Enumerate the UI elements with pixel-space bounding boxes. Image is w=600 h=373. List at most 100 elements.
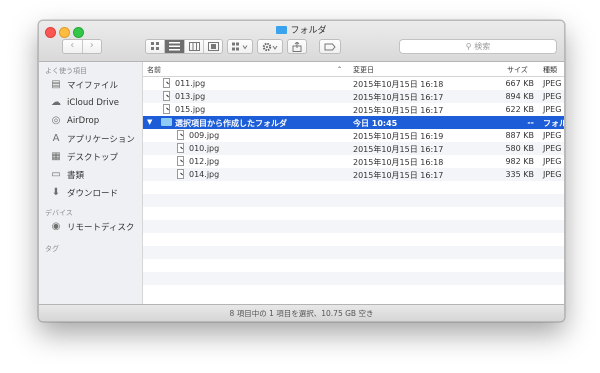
downloads-icon: ⬇: [51, 187, 61, 198]
sidebar-item-label: デスクトップ: [67, 153, 119, 163]
list-view-button[interactable]: [165, 40, 185, 53]
window-title-area: フォルダ: [39, 24, 564, 38]
sidebar-section-tags: タグ: [45, 245, 59, 253]
jpeg-file-icon: [177, 130, 184, 140]
share-button[interactable]: [287, 39, 307, 54]
file-date: 2015年10月15日 16:17: [353, 145, 444, 154]
file-kind: JPEG: [543, 105, 562, 114]
file-kind: JPEG: [543, 92, 562, 101]
file-name: 011.jpg: [175, 79, 206, 88]
coverflow-view-button[interactable]: [203, 40, 222, 53]
file-size: 335 KB: [505, 170, 534, 179]
sidebar-item-label: マイファイル: [67, 81, 119, 91]
jpeg-file-icon: [177, 156, 184, 166]
table-row[interactable]: 012.jpg 2015年10月15日 16:18 982 KB JPEG: [143, 155, 564, 168]
sidebar-item-documents[interactable]: ▭ 書類: [50, 168, 84, 182]
column-date-header[interactable]: 変更日: [353, 65, 374, 75]
icon-view-button[interactable]: [146, 40, 166, 53]
titlebar: フォルダ ‹ › ⚲ 検索: [39, 21, 564, 62]
search-placeholder: 検索: [474, 42, 491, 51]
sidebar-item-label: アプリケーション: [67, 135, 135, 145]
disclosure-triangle-icon[interactable]: ▼: [147, 118, 152, 126]
table-row[interactable]: 011.jpg 2015年10月15日 16:18 667 KB JPEG: [143, 77, 564, 90]
empty-row: [143, 285, 564, 298]
empty-row: [143, 181, 564, 194]
file-size: 580 KB: [505, 144, 534, 153]
folder-icon: [161, 118, 172, 126]
file-size: 982 KB: [505, 157, 534, 166]
file-size: --: [527, 118, 534, 127]
column-name-header[interactable]: 名前: [147, 65, 161, 75]
chevron-left-icon: ‹: [70, 40, 75, 51]
jpeg-file-icon: [177, 143, 184, 153]
sidebar-item-label: iCloud Drive: [67, 98, 120, 108]
back-button[interactable]: ‹: [63, 40, 83, 53]
sort-chevron-icon: ⌃: [337, 66, 343, 73]
jpeg-file-icon: [163, 91, 170, 101]
sidebar-item-label: ダウンロード: [67, 189, 119, 199]
finder-window: フォルダ ‹ › ⚲ 検索 よく使う項目 ▤ マイファイル ☁ iCloud D…: [38, 20, 565, 322]
file-stack-icon: ▤: [51, 79, 61, 90]
sidebar-item-downloads[interactable]: ⬇ ダウンロード: [50, 186, 118, 200]
file-name: 012.jpg: [189, 157, 220, 166]
column-kind-header[interactable]: 種類: [543, 65, 557, 75]
file-list: 名前 ⌃ 変更日 サイズ 種類 011.jpg 2015年10月15日 16:1…: [143, 62, 564, 304]
sidebar-item-my-files[interactable]: ▤ マイファイル: [50, 78, 118, 92]
search-field[interactable]: ⚲ 検索: [399, 39, 557, 54]
column-header: 名前 ⌃ 変更日 サイズ 種類: [143, 62, 564, 77]
table-row[interactable]: 013.jpg 2015年10月15日 16:17 894 KB JPEG: [143, 90, 564, 103]
file-date: 2015年10月15日 16:18: [353, 158, 444, 167]
columns-icon: [188, 42, 200, 51]
file-name: 015.jpg: [175, 105, 206, 114]
coverflow-icon: [207, 42, 219, 51]
chevron-right-icon: ›: [89, 40, 94, 51]
airdrop-icon: ◎: [51, 115, 61, 126]
file-kind: JPEG: [543, 144, 562, 153]
file-name: 014.jpg: [189, 170, 220, 179]
sidebar-item-applications[interactable]: A アプリケーション: [50, 132, 135, 146]
file-size: 894 KB: [505, 92, 534, 101]
empty-row: [143, 220, 564, 233]
window-title: フォルダ: [290, 26, 327, 36]
tags-button[interactable]: [319, 39, 341, 54]
file-name: 010.jpg: [189, 144, 220, 153]
sidebar-item-icloud[interactable]: ☁ iCloud Drive: [50, 96, 119, 110]
arrange-button[interactable]: [227, 39, 253, 54]
empty-row: [143, 207, 564, 220]
tag-icon: [324, 43, 336, 50]
arrange-icon: [232, 42, 248, 50]
empty-row: [143, 272, 564, 285]
table-row[interactable]: 014.jpg 2015年10月15日 16:17 335 KB JPEG: [143, 168, 564, 181]
share-icon: [292, 41, 302, 52]
column-size-header[interactable]: サイズ: [507, 65, 528, 75]
list-icon: [169, 42, 181, 51]
column-view-button[interactable]: [184, 40, 204, 53]
file-kind: JPEG: [543, 131, 562, 140]
sidebar-item-remote-disc[interactable]: ◉ リモートディスク: [50, 220, 135, 234]
sidebar-item-desktop[interactable]: ▦ デスクトップ: [50, 150, 118, 164]
disc-icon: ◉: [51, 221, 61, 232]
file-kind: フォル: [543, 119, 565, 128]
file-date: 今日 10:45: [353, 119, 398, 128]
sidebar-section-devices: デバイス: [45, 209, 73, 217]
file-date: 2015年10月15日 16:19: [353, 132, 444, 141]
file-size: 887 KB: [505, 131, 534, 140]
table-row[interactable]: 009.jpg 2015年10月15日 16:19 887 KB JPEG: [143, 129, 564, 142]
sidebar-item-airdrop[interactable]: ◎ AirDrop: [50, 114, 100, 128]
table-row[interactable]: 015.jpg 2015年10月15日 16:17 622 KB JPEG: [143, 103, 564, 116]
jpeg-file-icon: [163, 104, 170, 114]
jpeg-file-icon: [177, 169, 184, 179]
view-mode-control: [145, 39, 223, 54]
table-row-selected-folder[interactable]: ▼ 選択項目から作成したフォルダ 今日 10:45 -- フォル: [143, 116, 564, 129]
file-name: 009.jpg: [189, 131, 220, 140]
sidebar-item-label: AirDrop: [67, 116, 100, 126]
forward-button[interactable]: ›: [82, 40, 101, 53]
file-kind: JPEG: [543, 79, 562, 88]
action-button[interactable]: [257, 39, 283, 54]
nav-buttons: ‹ ›: [62, 39, 102, 54]
sidebar-item-label: 書類: [67, 171, 85, 181]
file-date: 2015年10月15日 16:17: [353, 106, 444, 115]
file-date: 2015年10月15日 16:18: [353, 80, 444, 89]
file-date: 2015年10月15日 16:17: [353, 171, 444, 180]
table-row[interactable]: 010.jpg 2015年10月15日 16:17 580 KB JPEG: [143, 142, 564, 155]
